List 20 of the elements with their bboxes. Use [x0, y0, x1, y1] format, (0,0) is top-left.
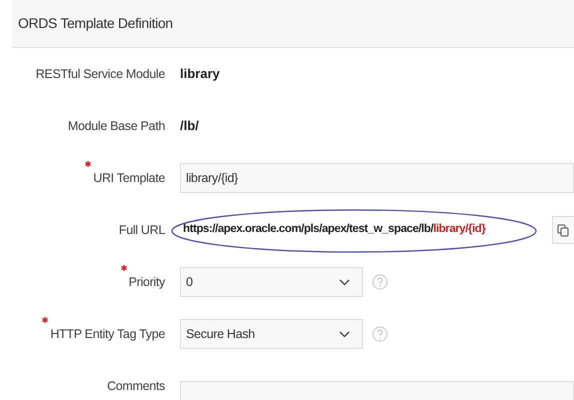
- copy-icon: [557, 224, 569, 236]
- field-label: Full URL: [118, 222, 165, 239]
- chevron-icon: [339, 331, 350, 338]
- field-label: HTTP Entity Tag Type: [50, 326, 165, 343]
- input-field[interactable]: library/{id}: [180, 163, 574, 193]
- field-value: library: [180, 65, 220, 84]
- url-text: https://apex.oracle.com/pls/apex/test_w_space/lb/library/{id}: [183, 222, 486, 238]
- field-label: Comments: [107, 378, 165, 395]
- chevron-icon: [339, 279, 350, 286]
- field-value: /lb/: [180, 117, 199, 136]
- select-field[interactable]: 0: [180, 267, 363, 297]
- field-label: RESTful Service Module: [36, 66, 165, 83]
- field-label: Priority: [128, 274, 165, 291]
- field-label: Module Base Path: [68, 118, 165, 135]
- field-label: URI Template: [93, 170, 165, 187]
- select-field[interactable]: Secure Hash: [180, 319, 363, 349]
- help-icon[interactable]: [372, 274, 388, 290]
- copy-button[interactable]: [552, 216, 574, 244]
- help-icon[interactable]: [372, 326, 388, 342]
- panel-title: ORDS Template Definition: [18, 14, 173, 33]
